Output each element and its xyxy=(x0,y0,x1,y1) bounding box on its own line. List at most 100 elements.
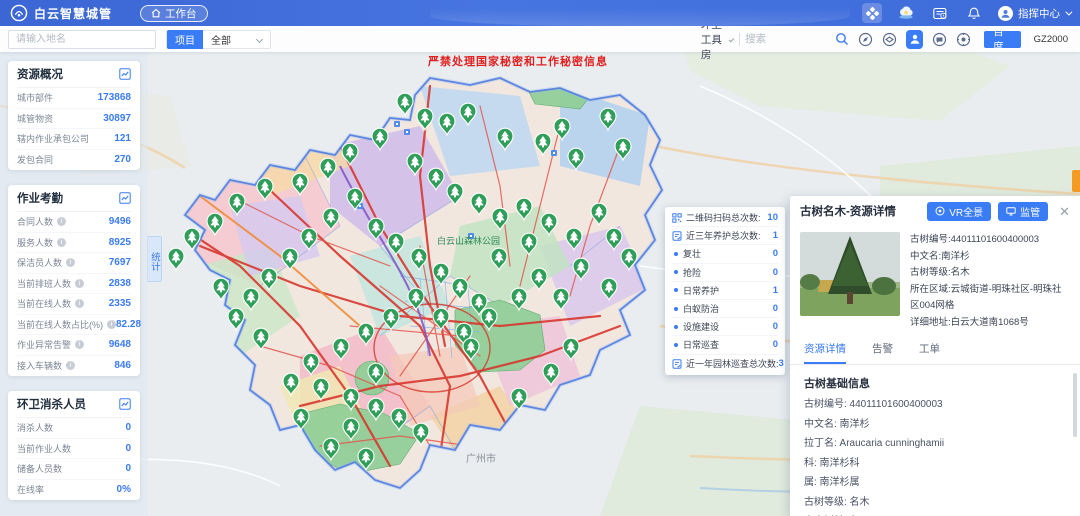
detail-tabs: 资源详情 告警 工单 xyxy=(790,339,1080,365)
info-icon[interactable] xyxy=(75,279,84,288)
stat-value: 846 xyxy=(114,360,131,371)
poi-search-input[interactable] xyxy=(745,30,835,48)
detail-title: 古树名木-资源详情 xyxy=(800,203,896,219)
form-icon xyxy=(672,359,682,369)
summary-line: 古树编号:44011101600400003 xyxy=(910,232,1070,249)
stat-label: 当前作业人数 xyxy=(17,442,71,455)
close-icon[interactable]: ✕ xyxy=(1059,205,1070,218)
popup-label: 近一年园林巡查总次数: xyxy=(686,357,779,370)
stat-row: 当前排班人数2838 xyxy=(17,274,131,295)
monitor-button[interactable]: 监管 xyxy=(998,202,1048,221)
stat-row: 发包合同 270 xyxy=(17,150,131,171)
stat-row: 当前在线人数占比(%)82.28 xyxy=(17,315,131,336)
stat-value: 9648 xyxy=(109,339,131,350)
stat-label: 当前排班人数 xyxy=(17,277,71,290)
bell-icon[interactable] xyxy=(964,3,984,23)
popup-value: 3 xyxy=(779,358,784,369)
info-icon[interactable] xyxy=(57,217,66,226)
field-line: 属: 南洋杉属 xyxy=(804,473,1066,493)
stat-panel: 资源概况城市部件173868城管物资30897辖内作业承包公司121发包合同27… xyxy=(8,61,140,170)
stat-value: 270 xyxy=(114,154,131,165)
stat-value: 8925 xyxy=(109,237,131,248)
schedule-icon[interactable] xyxy=(930,3,950,23)
resource-detail-panel: 古树名木-资源详情 VR全景 监管 ✕ xyxy=(790,196,1080,516)
stat-label: 合同人数 xyxy=(17,215,53,228)
info-icon[interactable] xyxy=(107,320,116,329)
chart-icon[interactable] xyxy=(119,398,131,410)
info-icon[interactable] xyxy=(66,258,75,267)
panel-title: 作业考勤 xyxy=(17,190,63,206)
popup-value: 1 xyxy=(773,285,778,296)
tree-summary-info: 古树编号:44011101600400003中文名:南洋杉古树等级:名木所在区域… xyxy=(910,232,1070,331)
project-value: 全部 xyxy=(203,32,257,47)
popup-row: 白蚁防治0 xyxy=(672,300,778,318)
place-search-input[interactable] xyxy=(8,30,156,49)
bullet-icon xyxy=(674,288,678,292)
app-title: 白云智慧城管 xyxy=(34,5,112,22)
tree-stats-popup: 二维码扫码总次数:10近三年养护总次数:1复壮0抢险0日常养护1白蚁防治0设施建… xyxy=(665,207,785,375)
stat-panel: 环卫消杀人员消杀人数0当前作业人数0储备人员数0在线率0% xyxy=(8,391,140,500)
tab-3[interactable]: 工单 xyxy=(919,341,940,364)
stat-label: 保洁员人数 xyxy=(17,256,62,269)
stat-label: 发包合同 xyxy=(17,153,53,166)
map-edge-tab[interactable] xyxy=(1072,170,1080,192)
message-icon[interactable] xyxy=(932,31,947,47)
person-icon[interactable] xyxy=(906,30,923,49)
popup-row: 设施建设0 xyxy=(672,318,778,336)
user-menu[interactable]: 指挥中心 xyxy=(998,6,1070,21)
chart-icon[interactable] xyxy=(119,192,131,204)
info-icon[interactable] xyxy=(66,361,75,370)
field-line: 古树等级: 名木 xyxy=(804,493,1066,513)
stats-sidebar: 资源概况城市部件173868城管物资30897辖内作业承包公司121发包合同27… xyxy=(0,52,148,516)
popup-value: 0 xyxy=(773,339,778,350)
workbench-label: 工作台 xyxy=(165,6,197,21)
info-icon[interactable] xyxy=(57,238,66,247)
stat-row: 接入车辆数 846 xyxy=(17,356,131,377)
coordinate-system-label[interactable]: GZ2000 xyxy=(1030,32,1072,47)
field-line: 真实树龄 (年): 24 xyxy=(804,512,1066,516)
stat-row: 城市部件173868 xyxy=(17,88,131,109)
apps-icon[interactable] xyxy=(862,3,882,23)
basemap-provider-button[interactable]: 百度 xyxy=(984,31,1021,48)
tab-1[interactable]: 资源详情 xyxy=(804,341,846,364)
chart-icon[interactable] xyxy=(119,68,131,80)
stat-label: 当前在线人数占比(%) xyxy=(17,318,103,331)
panel-title: 环卫消杀人员 xyxy=(17,396,86,412)
stat-value: 30897 xyxy=(103,113,131,124)
stat-value: 0 xyxy=(125,443,131,454)
panel-title: 资源概况 xyxy=(17,66,63,82)
popup-row: 近三年养护总次数:1 xyxy=(672,227,778,245)
vr-icon xyxy=(935,206,945,216)
weather-icon[interactable] xyxy=(896,3,916,23)
stat-panel: 作业考勤合同人数9496服务人数8925保洁员人数7697当前排班人数2838当… xyxy=(8,185,140,376)
stat-row: 当前作业人数 0 xyxy=(17,439,131,460)
tree-fields: 古树编号: 44011101600400003中文名: 南洋杉拉丁名: Arau… xyxy=(804,395,1066,516)
stat-row: 保洁员人数7697 xyxy=(17,253,131,274)
layers-icon[interactable] xyxy=(882,31,897,47)
summary-line: 详细地址:白云大道南1068号 xyxy=(910,315,1070,332)
project-filter[interactable]: 项目 全部 xyxy=(166,30,271,49)
stat-label: 当前在线人数 xyxy=(17,297,71,310)
stat-label: 接入车辆数 xyxy=(17,359,62,372)
field-line: 古树编号: 44011101600400003 xyxy=(804,395,1066,415)
compass-icon[interactable] xyxy=(858,31,873,47)
workbench-button[interactable]: 工作台 xyxy=(140,5,208,22)
stat-label: 城管物资 xyxy=(17,112,53,125)
popup-row: 复壮0 xyxy=(672,245,778,263)
tab-2[interactable]: 告警 xyxy=(872,341,893,364)
map-statistics-tab[interactable]: 统计 xyxy=(147,236,162,282)
popup-value: 10 xyxy=(767,212,778,223)
info-icon[interactable] xyxy=(75,340,84,349)
stat-row: 服务人数 8925 xyxy=(17,233,131,254)
stat-label: 服务人数 xyxy=(17,236,53,249)
search-icon[interactable] xyxy=(835,31,849,47)
info-icon[interactable] xyxy=(75,299,84,308)
locate-icon[interactable] xyxy=(956,31,971,47)
popup-label: 复壮 xyxy=(683,247,701,260)
bullet-icon xyxy=(674,307,678,311)
vr-panorama-button[interactable]: VR全景 xyxy=(927,202,991,221)
stat-row: 作业异常告警9648 xyxy=(17,335,131,356)
project-button[interactable]: 项目 xyxy=(167,30,203,49)
chevron-down-icon xyxy=(256,35,263,42)
scrollbar[interactable] xyxy=(1073,373,1077,437)
